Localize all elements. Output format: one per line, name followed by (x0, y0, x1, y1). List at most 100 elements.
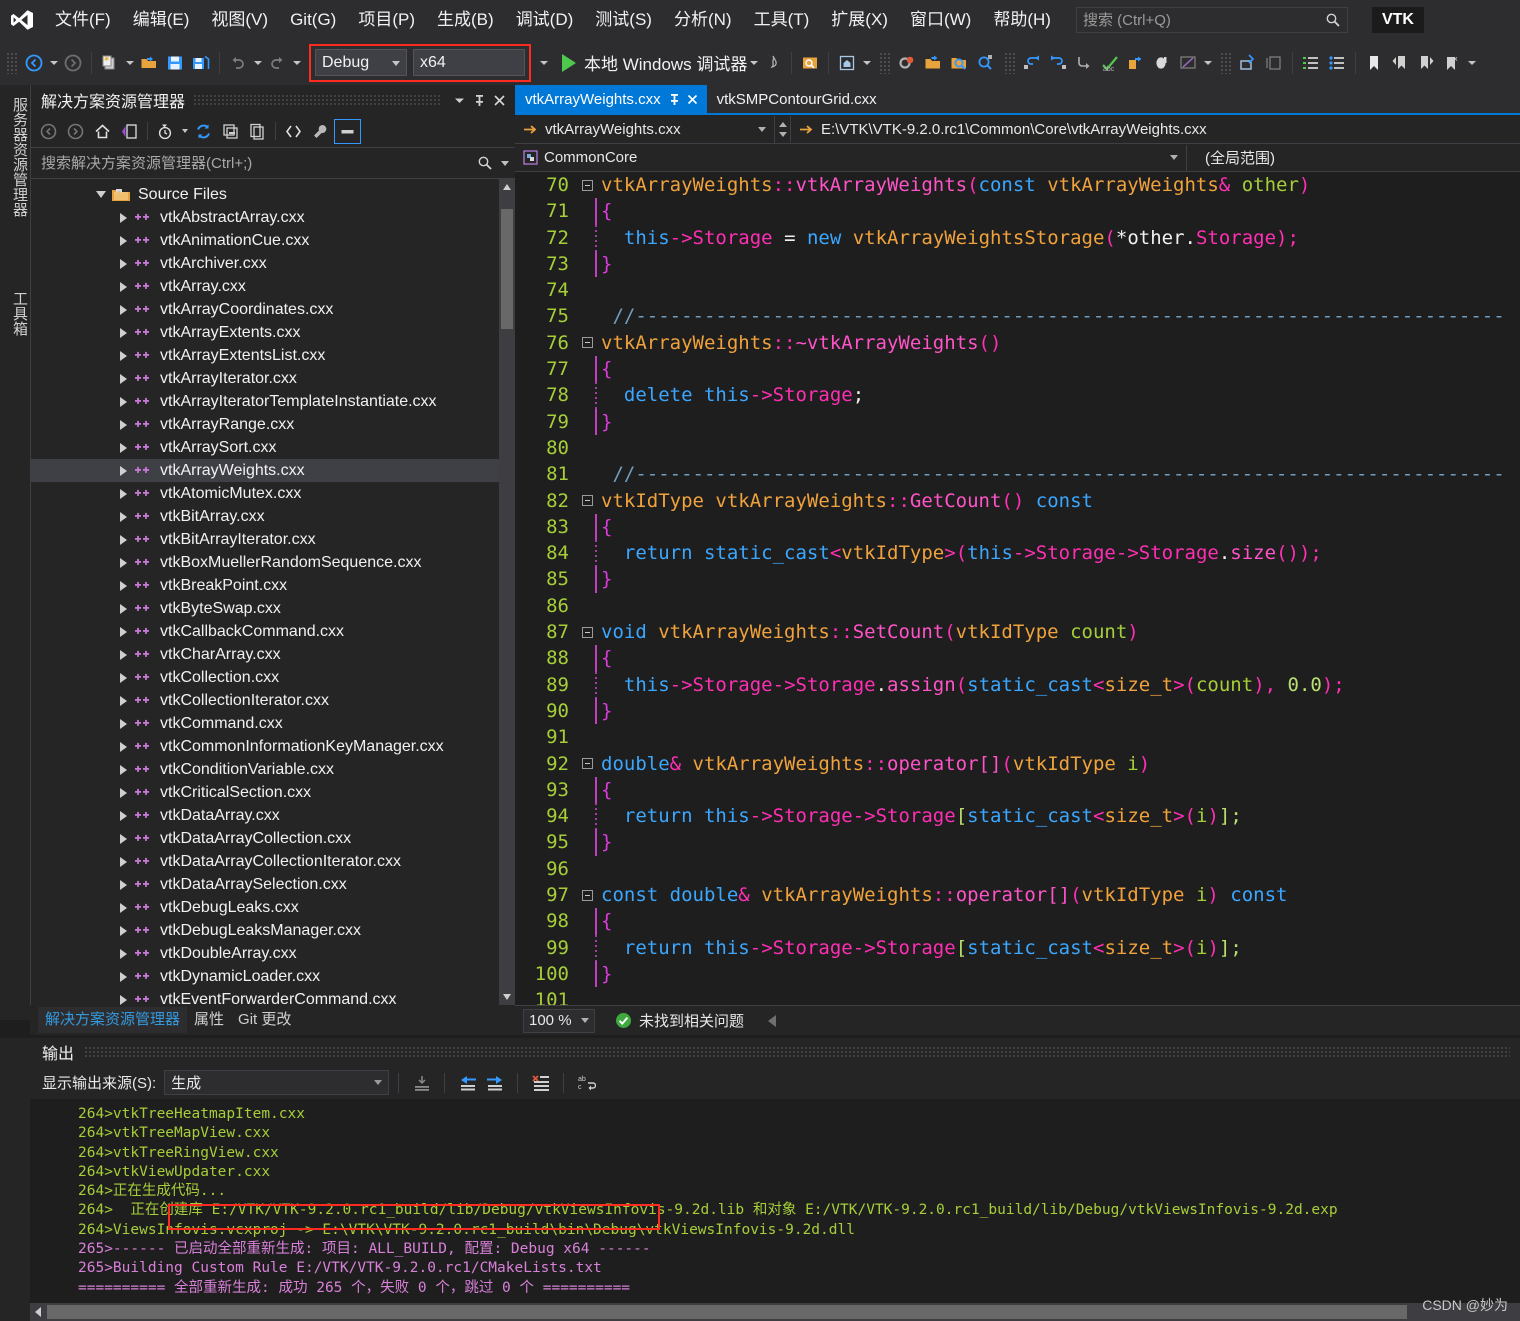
expander-arrow-right-icon[interactable] (115, 670, 131, 686)
tree-node-file[interactable]: vtkCharArray.cxx (31, 643, 515, 666)
bottom-tab-properties[interactable]: 属性 (187, 1007, 231, 1033)
global-search-input[interactable] (1082, 11, 1325, 29)
step-forward-button[interactable] (1045, 50, 1071, 76)
tree-node-file[interactable]: vtkDynamicLoader.cxx (31, 965, 515, 988)
menu-item-project[interactable]: 项目(P) (347, 0, 426, 40)
step-back-button[interactable] (1019, 50, 1045, 76)
open-folder-button[interactable] (920, 50, 946, 76)
expander-arrow-right-icon[interactable] (115, 647, 131, 663)
expander-arrow-right-icon[interactable] (115, 923, 131, 939)
find-in-files-button[interactable] (946, 50, 972, 76)
output-horizontal-scrollbar[interactable] (30, 1303, 1520, 1321)
nav-spin-up-icon[interactable] (778, 121, 787, 127)
se-home-button[interactable] (89, 119, 116, 144)
expander-arrow-right-icon[interactable] (115, 969, 131, 985)
expander-arrow-right-icon[interactable] (115, 279, 131, 295)
menu-item-build[interactable]: 生成(B) (426, 0, 505, 40)
expander-arrow-right-icon[interactable] (115, 371, 131, 387)
redo-button[interactable] (264, 50, 290, 76)
chevron-down-icon[interactable] (758, 126, 766, 132)
output-next-message-button[interactable] (481, 1070, 508, 1096)
scroll-up-button[interactable] (499, 179, 515, 195)
toggle-bookmark-button[interactable] (1361, 50, 1387, 76)
expander-arrow-right-icon[interactable] (115, 831, 131, 847)
expander-arrow-right-icon[interactable] (115, 325, 131, 341)
solution-configuration-combo[interactable]: Debug (315, 49, 407, 76)
toolbar-grip[interactable] (6, 51, 18, 74)
expander-arrow-right-icon[interactable] (115, 555, 131, 571)
editor-vertical-scrollbar[interactable] (1503, 172, 1520, 1005)
undo-dropdown[interactable] (251, 50, 264, 76)
refactor-button[interactable] (1123, 50, 1149, 76)
tree-node-file[interactable]: vtkDataArrayCollection.cxx (31, 827, 515, 850)
se-pending-changes-button[interactable] (152, 119, 179, 144)
se-show-all-files-button[interactable] (244, 119, 271, 144)
tree-node-file[interactable]: vtkDoubleArray.cxx (31, 942, 515, 965)
scrollbar-thumb[interactable] (47, 1305, 1407, 1319)
menu-item-extensions[interactable]: 扩展(X) (820, 0, 899, 40)
solution-platform-combo[interactable]: x64 (413, 49, 525, 76)
fold-collapse-icon[interactable] (579, 889, 595, 901)
output-clear-button[interactable] (527, 1070, 554, 1096)
tree-node-file[interactable]: vtkCollectionIterator.cxx (31, 689, 515, 712)
tree-node-file[interactable]: vtkAtomicMutex.cxx (31, 482, 515, 505)
output-source-combo[interactable]: 生成 (164, 1070, 390, 1095)
expander-arrow-right-icon[interactable] (115, 394, 131, 410)
tree-node-file[interactable]: vtkArray.cxx (31, 275, 515, 298)
expander-arrow-right-icon[interactable] (115, 233, 131, 249)
tree-node-file[interactable]: vtkArchiver.cxx (31, 252, 515, 275)
expander-arrow-right-icon[interactable] (115, 417, 131, 433)
se-collapse-all-button[interactable] (217, 119, 244, 144)
close-icon[interactable] (489, 90, 509, 110)
scroll-left-arrow-icon[interactable] (35, 1307, 41, 1317)
tree-node-file[interactable]: vtkCallbackCommand.cxx (31, 620, 515, 643)
save-all-button[interactable] (188, 50, 214, 76)
open-file-button[interactable] (136, 50, 162, 76)
expander-arrow-right-icon[interactable] (115, 877, 131, 893)
context-project-combo[interactable]: CommonCore (515, 144, 1187, 171)
editor-hscroll-left-arrow[interactable] (768, 1014, 777, 1027)
start-debug-label[interactable]: 本地 Windows 调试器 (584, 50, 747, 75)
tree-node-file[interactable]: vtkDataArray.cxx (31, 804, 515, 827)
bottom-tab-solution-explorer[interactable]: 解决方案资源管理器 (38, 1007, 188, 1033)
tree-node-file[interactable]: vtkBreakPoint.cxx (31, 574, 515, 597)
tree-node-file[interactable]: vtkCommand.cxx (31, 712, 515, 735)
expander-arrow-right-icon[interactable] (115, 210, 131, 226)
new-project-dropdown[interactable] (123, 50, 136, 76)
increase-indent-button[interactable] (1298, 50, 1324, 76)
tree-node-file[interactable]: vtkBitArrayIterator.cxx (31, 528, 515, 551)
tree-node-file[interactable]: vtkAbstractArray.cxx (31, 206, 515, 229)
se-back-button[interactable] (35, 119, 62, 144)
context-scope-combo[interactable]: (全局范围) (1187, 145, 1520, 171)
options-gear-icon[interactable] (894, 50, 920, 76)
expander-arrow-down-icon[interactable] (93, 187, 109, 203)
nav-spin-down-icon[interactable] (778, 131, 787, 137)
uncomment-button[interactable] (1261, 50, 1287, 76)
solution-explorer-tree[interactable]: Source Files vtkAbstractArray.cxx vtkAnim… (31, 179, 515, 1005)
bottom-tab-git-changes[interactable]: Git 更改 (231, 1007, 298, 1033)
start-debug-dropdown[interactable] (747, 50, 760, 76)
tree-node-file[interactable]: vtkArrayIteratorTemplateInstantiate.cxx (31, 390, 515, 413)
expander-arrow-right-icon[interactable] (115, 992, 131, 1006)
expander-arrow-right-icon[interactable] (115, 302, 131, 318)
tree-vertical-scrollbar[interactable] (499, 179, 515, 1005)
solution-explorer-search-input[interactable] (41, 154, 477, 172)
comment-selection-button[interactable] (1175, 50, 1201, 76)
quick-find-button[interactable] (972, 50, 998, 76)
previous-bookmark-button[interactable] (1387, 50, 1413, 76)
menu-item-analyze[interactable]: 分析(N) (663, 0, 743, 40)
tree-node-file[interactable]: vtkBoxMuellerRandomSequence.cxx (31, 551, 515, 574)
nav-file-combo[interactable]: vtkArrayWeights.cxx (515, 115, 775, 143)
tree-node-file[interactable]: vtkDebugLeaks.cxx (31, 896, 515, 919)
navigate-backward-dropdown[interactable] (47, 50, 60, 76)
output-text-area[interactable]: 264>vtkTreeHeatmapItem.cxx 264>vtkTreeMap… (30, 1099, 1520, 1321)
expander-arrow-right-icon[interactable] (115, 808, 131, 824)
toolbar-grip[interactable] (1004, 51, 1017, 74)
titlebar-drag-dots[interactable] (84, 1046, 1510, 1058)
live-share-button[interactable] (797, 50, 823, 76)
fold-collapse-icon[interactable] (579, 758, 595, 770)
expander-arrow-right-icon[interactable] (115, 463, 131, 479)
tree-node-file[interactable]: vtkArrayExtents.cxx (31, 321, 515, 344)
editor-tab-vtkarrayweights[interactable]: vtkArrayWeights.cxx (515, 85, 707, 113)
se-refresh-button[interactable] (190, 119, 217, 144)
